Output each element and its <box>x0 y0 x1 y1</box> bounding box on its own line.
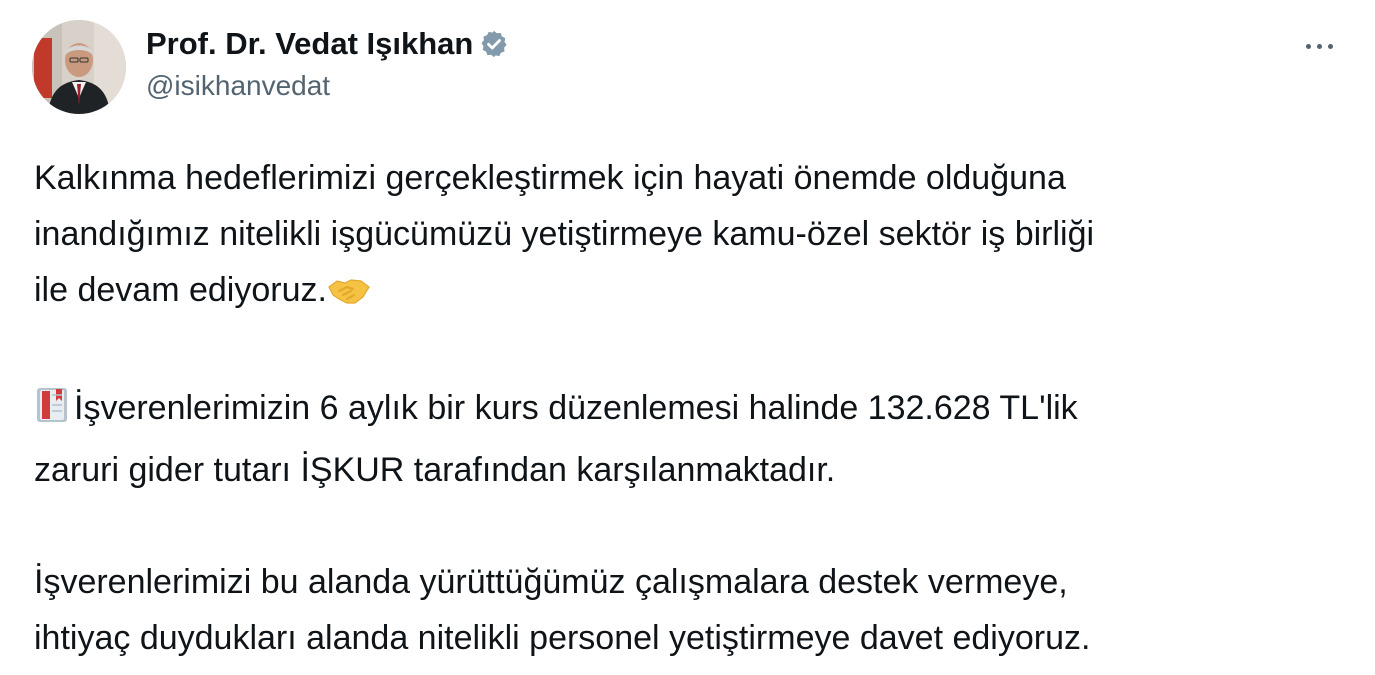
tweet-line: Kalkınma hedeflerimizi gerçekleştirmek i… <box>34 159 1066 197</box>
tweet-paragraph-2: İşverenlerimizin 6 aylık bir kurs düzenl… <box>34 380 1334 498</box>
tweet-paragraph-3: İşverenlerimizi bu alanda yürüttüğümüz ç… <box>34 554 1334 666</box>
tweet-header: Prof. Dr. Vedat Işıkhan @isikhanvedat <box>32 20 1342 116</box>
handshake-emoji-icon <box>327 268 371 324</box>
tweet-line: ihtiyaç duydukları alanda nitelikli pers… <box>34 619 1091 657</box>
more-options-icon[interactable] <box>1296 26 1342 66</box>
tweet-line: zaruri gider tutarı İŞKUR tarafından kar… <box>34 451 836 489</box>
verified-badge-icon[interactable] <box>479 29 509 59</box>
portrait-avatar-icon <box>32 20 126 114</box>
tweet-text: Kalkınma hedeflerimizi gerçekleştirmek i… <box>34 150 1334 666</box>
tweet-line: İşverenlerimizin 6 aylık bir kurs düzenl… <box>74 389 1078 427</box>
avatar[interactable] <box>32 20 126 114</box>
tweet-paragraph-1: Kalkınma hedeflerimizi gerçekleştirmek i… <box>34 150 1334 324</box>
tweet-card: Prof. Dr. Vedat Işıkhan @isikhanvedat Ka… <box>0 0 1375 675</box>
tweet-line: İşverenlerimizi bu alanda yürüttüğümüz ç… <box>34 563 1068 601</box>
author-names: Prof. Dr. Vedat Işıkhan @isikhanvedat <box>146 24 509 102</box>
more-dot <box>1327 43 1333 49</box>
more-dot <box>1316 43 1322 49</box>
display-name[interactable]: Prof. Dr. Vedat Işıkhan <box>146 26 473 62</box>
display-name-row: Prof. Dr. Vedat Işıkhan <box>146 24 509 64</box>
tweet-line: inandığımız nitelikli işgücümüzü yetişti… <box>34 215 1095 253</box>
author-handle[interactable]: @isikhanvedat <box>146 70 509 102</box>
book-emoji-icon <box>34 385 72 442</box>
more-dot <box>1305 43 1311 49</box>
tweet-line: ile devam ediyoruz. <box>34 271 327 309</box>
